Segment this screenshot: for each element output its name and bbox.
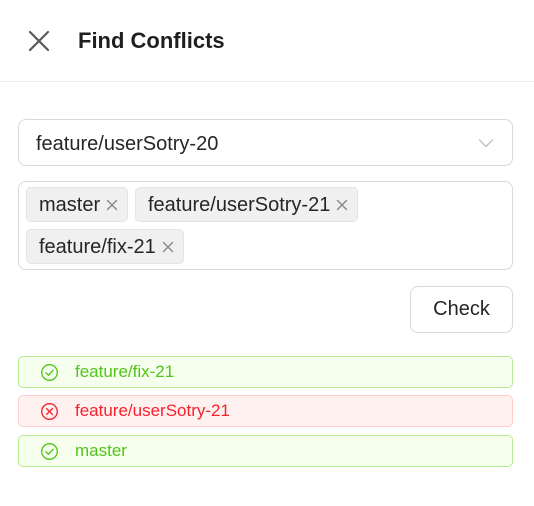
result-label: feature/userSotry-21 bbox=[75, 401, 230, 420]
close-button[interactable] bbox=[26, 28, 52, 54]
close-circle-icon bbox=[41, 402, 58, 420]
close-icon[interactable] bbox=[105, 198, 119, 212]
chevron-down-icon bbox=[478, 139, 494, 148]
target-branches-select[interactable]: master feature/userSotry-21 feature/fix-… bbox=[18, 181, 513, 270]
check-circle-icon bbox=[41, 442, 58, 460]
source-branch-value: feature/userSotry-20 bbox=[36, 133, 219, 155]
result-row: feature/fix-21 bbox=[18, 356, 513, 388]
page-title: Find Conflicts bbox=[78, 28, 225, 53]
result-row: feature/userSotry-21 bbox=[18, 395, 513, 427]
result-label: feature/fix-21 bbox=[75, 362, 175, 381]
branch-tag-label: feature/userSotry-21 bbox=[148, 193, 331, 216]
result-row: master bbox=[18, 435, 513, 467]
branch-tag: feature/fix-21 bbox=[26, 229, 184, 264]
close-icon[interactable] bbox=[26, 28, 52, 54]
branch-tag: master bbox=[26, 187, 129, 222]
check-button[interactable]: Check bbox=[410, 286, 513, 333]
result-label: master bbox=[75, 441, 127, 460]
close-icon[interactable] bbox=[335, 198, 349, 212]
branch-tag: feature/userSotry-21 bbox=[135, 187, 359, 222]
branch-tag-label: master bbox=[39, 193, 101, 216]
branch-tag-label: feature/fix-21 bbox=[39, 235, 156, 258]
close-icon[interactable] bbox=[161, 240, 175, 254]
check-circle-icon bbox=[41, 363, 58, 381]
source-branch-select[interactable]: feature/userSotry-20 bbox=[18, 119, 513, 166]
modal-header: Find Conflicts bbox=[0, 0, 534, 82]
